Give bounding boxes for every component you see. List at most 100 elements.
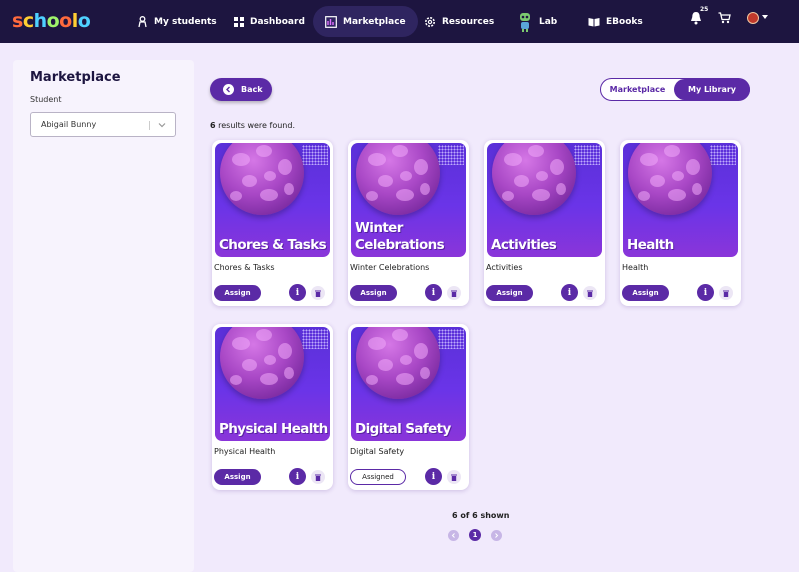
card-category-title: Digital Safety (355, 421, 451, 437)
dashboard-grid-icon (234, 16, 244, 27)
nav-marketplace[interactable]: Marketplace (313, 6, 418, 37)
nav-label: EBooks (606, 16, 643, 27)
assign-button[interactable]: Assign (214, 469, 261, 485)
student-label: Student (30, 95, 62, 104)
sidebar: Marketplace Student Abigail Bunny (13, 60, 194, 572)
assigned-button[interactable]: Assigned (350, 469, 406, 485)
results-text: results were found. (215, 121, 295, 130)
pagination-page[interactable]: 1 (469, 529, 481, 541)
dots-decoration (710, 145, 736, 165)
card-category-title: Chores & Tasks (219, 237, 327, 253)
nav-label: Resources (442, 16, 495, 27)
chevron-down-icon[interactable] (762, 15, 768, 19)
chevron-right-icon (495, 533, 499, 538)
card-artwork: Digital Safety (351, 327, 466, 441)
pagination-prev[interactable] (448, 530, 459, 541)
nav-label: Dashboard (250, 16, 305, 27)
card-name: Physical Health (214, 447, 276, 456)
student-select[interactable]: Abigail Bunny (30, 112, 176, 137)
back-label: Back (241, 85, 263, 94)
trash-icon[interactable] (719, 286, 733, 300)
nav-my-students[interactable]: My students (125, 6, 229, 37)
trash-icon[interactable] (311, 470, 325, 484)
app-logo[interactable]: schoolo (12, 9, 91, 33)
planet-illustration (220, 143, 304, 215)
library-toggle: Marketplace My Library (600, 78, 750, 101)
card-name: Activities (486, 263, 523, 272)
toggle-my-library[interactable]: My Library (674, 79, 750, 100)
dots-decoration (438, 145, 464, 165)
card-name: Health (622, 263, 649, 272)
pagination-summary: 6 of 6 shown (452, 511, 510, 520)
robot-icon (520, 12, 530, 32)
product-card[interactable]: Physical Health Physical Health Assign i (212, 324, 333, 490)
results-summary: 6 results were found. (210, 121, 295, 130)
info-icon[interactable]: i (697, 284, 714, 301)
bell-icon (691, 12, 701, 25)
nav-resources[interactable]: Resources (412, 6, 506, 37)
back-button[interactable]: Back (210, 78, 272, 101)
card-artwork: Activities (487, 143, 602, 257)
nav-label: Lab (539, 16, 558, 27)
info-icon[interactable]: i (425, 468, 442, 485)
planet-illustration (628, 143, 712, 215)
nav-dashboard[interactable]: Dashboard (222, 6, 317, 37)
card-artwork: Health (623, 143, 738, 257)
pagination-next[interactable] (491, 530, 502, 541)
card-name: Chores & Tasks (214, 263, 275, 272)
product-card[interactable]: Winter Celebrations Winter Celebrations … (348, 140, 469, 306)
cart-icon (718, 12, 731, 24)
trash-icon[interactable] (447, 286, 461, 300)
trash-icon[interactable] (447, 470, 461, 484)
product-card[interactable]: Digital Safety Digital Safety Assigned i (348, 324, 469, 490)
avatar[interactable] (747, 12, 759, 24)
assign-button[interactable]: Assign (622, 285, 669, 301)
info-icon[interactable]: i (289, 284, 306, 301)
dots-decoration (574, 145, 600, 165)
planet-illustration (492, 143, 576, 215)
trash-icon[interactable] (311, 286, 325, 300)
info-icon[interactable]: i (289, 468, 306, 485)
nav-lab[interactable]: Lab (505, 6, 569, 37)
product-card[interactable]: Health Health Assign i (620, 140, 741, 306)
card-artwork: Winter Celebrations (351, 143, 466, 257)
card-artwork: Physical Health (215, 327, 330, 441)
top-nav: schoolo My students Dashboard Marketplac… (0, 0, 799, 43)
gear-icon (425, 16, 435, 27)
assign-button[interactable]: Assign (486, 285, 533, 301)
nav-ebooks[interactable]: EBooks (576, 6, 655, 37)
chevron-down-icon[interactable] (158, 121, 166, 129)
planet-illustration (220, 327, 304, 399)
planet-illustration (356, 327, 440, 399)
card-name: Digital Safety (350, 447, 405, 456)
select-separator (149, 121, 150, 130)
arrow-left-icon (223, 84, 234, 95)
info-icon[interactable]: i (425, 284, 442, 301)
marketplace-icon (325, 15, 337, 28)
student-select-value: Abigail Bunny (41, 120, 97, 129)
product-card[interactable]: Chores & Tasks Chores & Tasks Assign i (212, 140, 333, 306)
card-category-title: Winter Celebrations (355, 220, 445, 253)
info-icon[interactable]: i (561, 284, 578, 301)
card-artwork: Chores & Tasks (215, 143, 330, 257)
nav-label: My students (154, 16, 217, 27)
sidebar-title: Marketplace (30, 70, 121, 85)
assign-button[interactable]: Assign (214, 285, 261, 301)
card-name: Winter Celebrations (350, 263, 430, 272)
card-category-title: Physical Health (219, 421, 328, 437)
assign-button[interactable]: Assign (350, 285, 397, 301)
dots-decoration (302, 329, 328, 349)
card-category-title: Activities (491, 237, 557, 253)
book-icon (588, 17, 600, 26)
chevron-left-icon (451, 533, 455, 538)
trash-icon[interactable] (583, 286, 597, 300)
card-category-title: Health (627, 237, 674, 253)
planet-illustration (356, 143, 440, 215)
toggle-marketplace[interactable]: Marketplace (601, 79, 674, 100)
student-icon (138, 15, 147, 27)
product-card[interactable]: Activities Activities Assign i (484, 140, 605, 306)
dots-decoration (302, 145, 328, 165)
nav-label: Marketplace (343, 16, 406, 27)
notification-count: 25 (700, 6, 709, 13)
dots-decoration (438, 329, 464, 349)
